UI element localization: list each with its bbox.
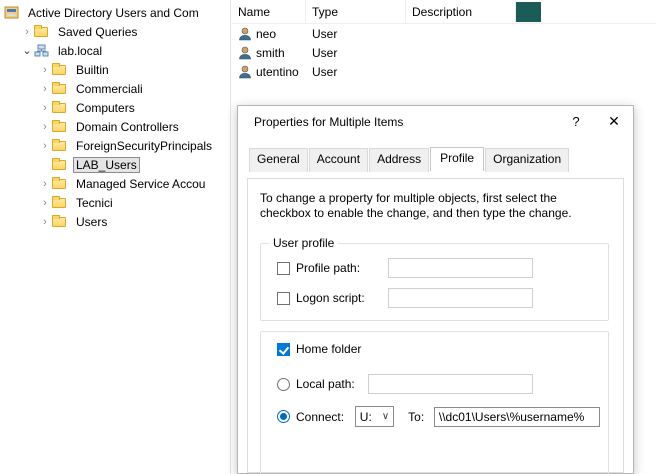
drive-letter-value: U: — [360, 410, 372, 424]
tree-item-label: Managed Service Accou — [73, 176, 208, 192]
tree-item-label: Domain Controllers — [73, 119, 182, 135]
column-header-type[interactable]: Type — [306, 0, 406, 23]
chevron-right-icon[interactable]: › — [20, 26, 34, 38]
chevron-right-icon[interactable]: › — [38, 121, 52, 133]
tree-item-managed-service-accounts[interactable]: › Managed Service Accou — [0, 174, 230, 193]
folder-icon — [52, 177, 68, 190]
connect-path-input[interactable]: \\dc01\Users\%username% — [434, 407, 600, 427]
list-item-type: User — [306, 46, 406, 60]
folder-icon — [52, 158, 68, 171]
connect-radio[interactable] — [277, 410, 290, 423]
tree-item-label: Builtin — [73, 62, 112, 78]
list-header: Name Type Description — [232, 0, 656, 24]
home-folder-group: Home folder Local path: Connect: U: ∨ To… — [260, 331, 609, 474]
tree-item-label: Commerciali — [73, 81, 146, 97]
logon-script-label: Logon script: — [296, 291, 388, 305]
intro-text: To change a property for multiple object… — [260, 191, 609, 221]
local-path-label: Local path: — [296, 377, 368, 391]
chevron-right-icon[interactable]: › — [38, 140, 52, 152]
list-item-utentino[interactable]: utentino User — [232, 62, 656, 81]
tab-account[interactable]: Account — [309, 148, 368, 172]
tree-item-tecnici[interactable]: › Tecnici — [0, 193, 230, 212]
chevron-down-icon: ∨ — [382, 411, 389, 422]
tree-item-saved-queries[interactable]: › Saved Queries — [0, 22, 230, 41]
user-icon — [238, 27, 252, 41]
chevron-right-icon[interactable]: › — [38, 216, 52, 228]
teal-block — [516, 2, 541, 22]
folder-icon — [52, 139, 68, 152]
list-item-type: User — [306, 65, 406, 79]
list-item-neo[interactable]: neo User — [232, 24, 656, 43]
chevron-right-icon[interactable]: › — [38, 102, 52, 114]
list-item-type: User — [306, 27, 406, 41]
user-profile-group: User profile Profile path: Logon script: — [260, 243, 609, 321]
tree-item-label: Users — [73, 214, 110, 230]
user-profile-group-label: User profile — [269, 236, 338, 250]
chevron-down-icon[interactable]: ⌄ — [20, 44, 34, 57]
tab-strip: General Account Address Profile Organiza… — [238, 147, 633, 171]
dialog-titlebar: Properties for Multiple Items ? ✕ — [238, 106, 633, 137]
tree-item-commerciali[interactable]: › Commerciali — [0, 79, 230, 98]
tab-general[interactable]: General — [249, 148, 308, 172]
tree-item-label: Computers — [73, 100, 138, 116]
tab-address[interactable]: Address — [369, 148, 429, 172]
list-item-smith[interactable]: smith User — [232, 43, 656, 62]
tab-organization[interactable]: Organization — [485, 148, 569, 172]
folder-icon — [52, 120, 68, 133]
domain-icon — [34, 44, 50, 57]
connect-label: Connect: — [296, 410, 355, 424]
tree-item-label: LAB_Users — [73, 157, 140, 173]
folder-icon — [52, 215, 68, 228]
tree-item-label: Saved Queries — [55, 24, 140, 40]
user-icon — [238, 65, 252, 79]
tree-item-label: lab.local — [55, 43, 105, 59]
directory-icon — [4, 6, 20, 19]
tree-item-label: Active Directory Users and Com — [25, 5, 202, 21]
aduc-window: Active Directory Users and Com › Saved Q… — [0, 0, 656, 474]
column-header-name[interactable]: Name — [232, 0, 306, 23]
folder-icon — [52, 101, 68, 114]
local-path-input[interactable] — [368, 374, 533, 394]
folder-icon — [52, 63, 68, 76]
tree-item-computers[interactable]: › Computers — [0, 98, 230, 117]
home-folder-checkbox[interactable] — [277, 343, 290, 356]
dialog-title: Properties for Multiple Items — [254, 115, 557, 129]
to-label: To: — [408, 410, 434, 424]
folder-icon — [34, 25, 50, 38]
user-icon — [238, 46, 252, 60]
logon-script-input[interactable] — [388, 288, 533, 308]
tree-item-builtin[interactable]: › Builtin — [0, 60, 230, 79]
folder-icon — [52, 82, 68, 95]
profile-path-checkbox[interactable] — [277, 262, 290, 275]
close-button[interactable]: ✕ — [595, 106, 633, 137]
tree-item-root[interactable]: Active Directory Users and Com — [0, 3, 230, 22]
list-item-name: neo — [256, 27, 276, 41]
profile-path-input[interactable] — [388, 258, 533, 278]
column-header-description[interactable]: Description — [406, 0, 516, 23]
tree-item-lab-users[interactable]: LAB_Users — [0, 155, 230, 174]
tree-item-domain-controllers[interactable]: › Domain Controllers — [0, 117, 230, 136]
chevron-right-icon[interactable]: › — [38, 83, 52, 95]
profile-path-label: Profile path: — [296, 261, 388, 275]
drive-letter-combo[interactable]: U: ∨ — [355, 406, 394, 427]
chevron-right-icon[interactable]: › — [38, 197, 52, 209]
folder-icon — [52, 196, 68, 209]
tree-item-users[interactable]: › Users — [0, 212, 230, 231]
tree-item-label: ForeignSecurityPrincipals — [73, 138, 215, 154]
home-folder-label: Home folder — [296, 342, 361, 356]
chevron-right-icon[interactable]: › — [38, 178, 52, 190]
local-path-radio[interactable] — [277, 378, 290, 391]
list-item-name: smith — [256, 46, 285, 60]
tree-item-label: Tecnici — [73, 195, 116, 211]
logon-script-checkbox[interactable] — [277, 292, 290, 305]
chevron-right-icon[interactable]: › — [38, 64, 52, 76]
tab-profile[interactable]: Profile — [430, 147, 484, 171]
properties-dialog: Properties for Multiple Items ? ✕ Genera… — [237, 105, 634, 474]
list-item-name: utentino — [256, 65, 299, 79]
profile-tab-page: To change a property for multiple object… — [247, 178, 624, 473]
tree-item-lab-local[interactable]: ⌄ lab.local — [0, 41, 230, 60]
tree-item-foreignsecurityprincipals[interactable]: › ForeignSecurityPrincipals — [0, 136, 230, 155]
help-button[interactable]: ? — [557, 106, 595, 137]
console-tree: Active Directory Users and Com › Saved Q… — [0, 0, 231, 474]
